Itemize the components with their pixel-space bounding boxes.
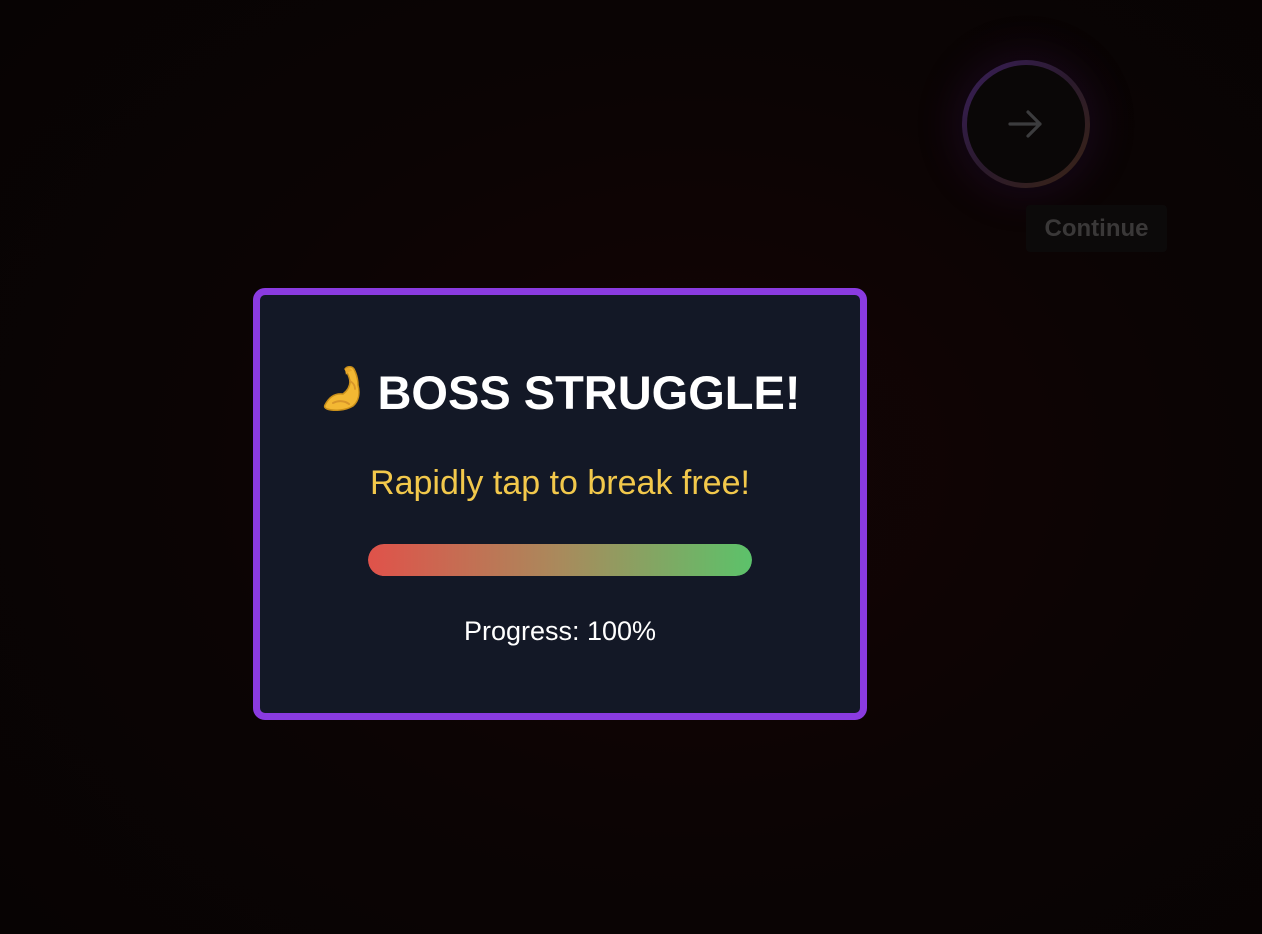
progress-bar-fill [368, 544, 752, 576]
next-button-face[interactable] [967, 65, 1085, 183]
modal-title: BOSS STRUGGLE! [260, 363, 860, 421]
arrow-right-icon [1006, 104, 1046, 144]
progress-bar [368, 544, 752, 576]
flexed-biceps-icon [319, 363, 367, 413]
continue-button[interactable]: Continue [1026, 205, 1167, 252]
next-button[interactable] [962, 60, 1090, 188]
progress-text: Progress: 100% [463, 616, 657, 646]
modal-subtitle: Rapidly tap to break free! [370, 464, 750, 502]
modal-title-text: BOSS STRUGGLE! [377, 366, 801, 419]
boss-struggle-modal[interactable]: BOSS STRUGGLE! Rapidly tap to break free… [253, 288, 867, 720]
